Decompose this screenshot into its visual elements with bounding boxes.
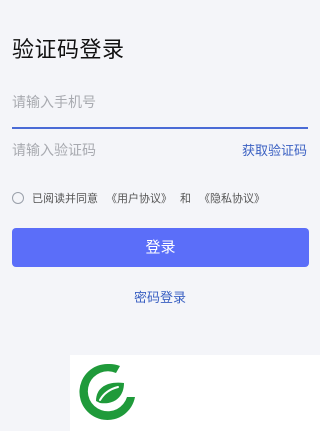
user-agreement-link[interactable]: 《用户协议》 (106, 190, 172, 206)
login-button[interactable]: 登录 (12, 228, 309, 267)
phone-field-underline (12, 127, 308, 129)
privacy-agreement-link[interactable]: 《隐私协议》 (199, 190, 265, 206)
agreement-radio-icon[interactable] (12, 192, 24, 204)
agreement-row: 已阅读并同意 《用户协议》 和 《隐私协议》 (12, 189, 273, 207)
password-login-link[interactable]: 密码登录 (0, 290, 320, 308)
agreement-conjunction: 和 (180, 192, 191, 205)
get-code-button[interactable]: 获取验证码 (242, 143, 307, 161)
phone-field (12, 88, 308, 129)
page-title: 验证码登录 (12, 38, 125, 63)
agreement-prefix: 已阅读并同意 (32, 192, 98, 205)
code-input[interactable] (12, 136, 212, 166)
phone-input[interactable] (12, 88, 212, 118)
green-leaf-g-logo-icon (79, 363, 135, 420)
logo-panel (70, 355, 320, 431)
